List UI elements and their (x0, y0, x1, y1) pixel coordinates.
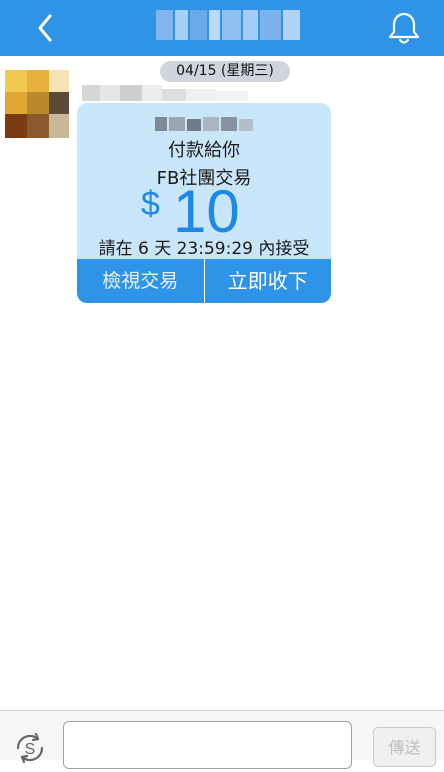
payment-card[interactable]: 付款給你 FB社團交易 $ 10 請在 6 天 23:59:29 內接受 檢視交… (77, 103, 331, 303)
sender-name-redacted (82, 85, 248, 101)
svg-text:S: S (25, 741, 36, 758)
date-separator: 04/15 (星期三) (160, 61, 290, 82)
accept-payment-button[interactable]: 立即收下 (205, 259, 332, 303)
payment-actions: 檢視交易 立即收下 (77, 259, 331, 303)
pay-button[interactable]: S (10, 728, 50, 768)
app-header (0, 0, 444, 56)
chevron-left-icon (38, 14, 52, 42)
send-button[interactable]: 傳送 (373, 727, 436, 767)
view-transaction-button[interactable]: 檢視交易 (77, 259, 205, 303)
notification-button[interactable] (382, 6, 426, 50)
chat-title-redacted (156, 10, 300, 40)
payment-amount: $ 10 (77, 179, 331, 245)
avatar[interactable] (5, 70, 69, 138)
payer-name-redacted (155, 117, 253, 131)
composer-bar: S 傳送 (0, 710, 444, 769)
payment-description: 付款給你 (168, 140, 240, 161)
message-input[interactable] (63, 721, 352, 769)
dollar-circle-icon: S (16, 732, 44, 764)
accept-deadline: 請在 6 天 23:59:29 內接受 (98, 239, 310, 259)
bell-icon (388, 12, 420, 44)
back-button[interactable] (26, 8, 66, 48)
currency-symbol: $ (141, 185, 160, 223)
